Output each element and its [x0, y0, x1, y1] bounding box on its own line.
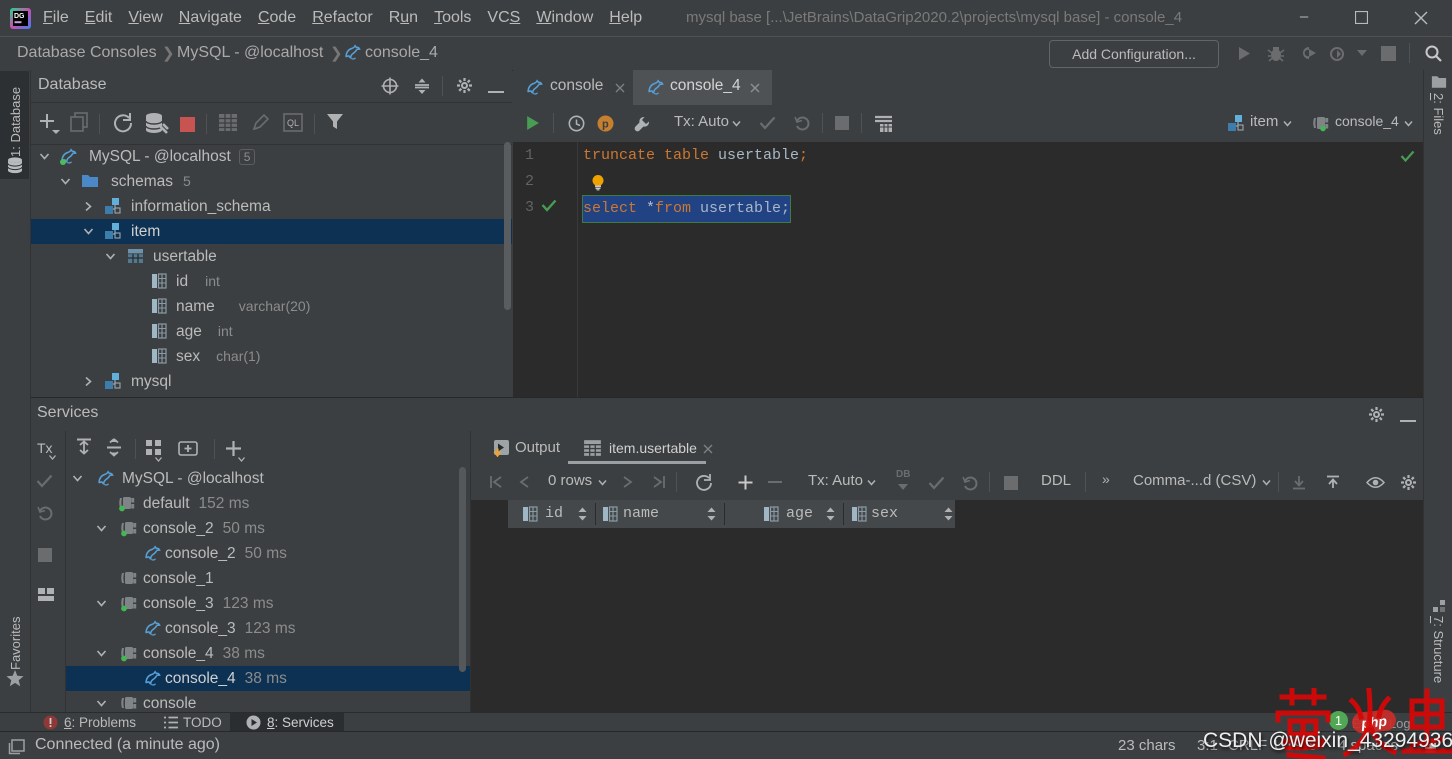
svg-text:p: p — [602, 119, 609, 131]
svg-text:QL: QL — [287, 118, 299, 128]
svg-text:DG: DG — [14, 13, 25, 20]
